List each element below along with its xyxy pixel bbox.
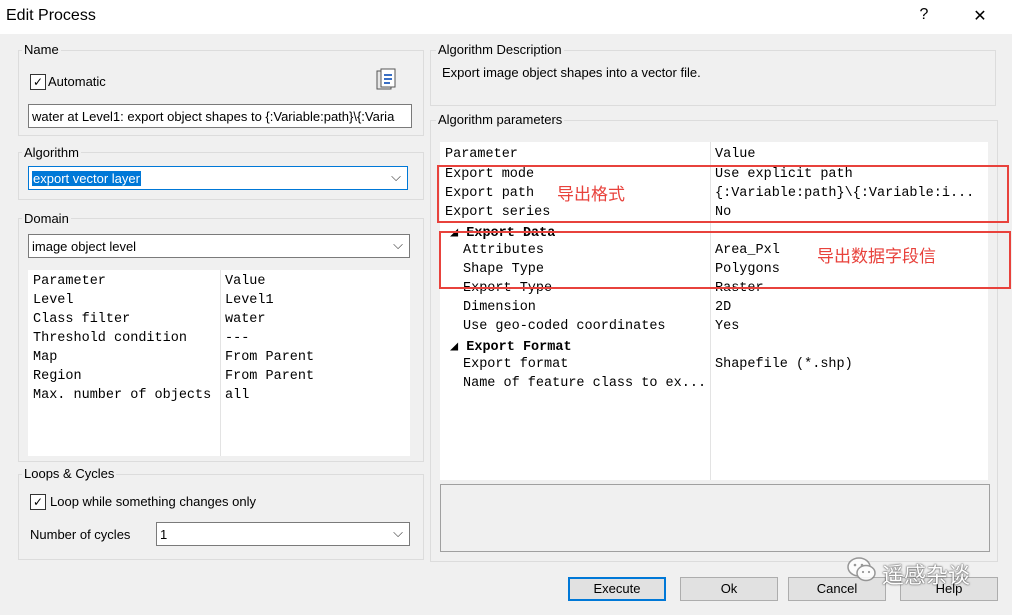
automatic-label: Automatic [48,74,106,89]
algorithm-description-text: Export image object shapes into a vector… [442,65,701,80]
parameters-group-label: Algorithm parameters [436,112,565,127]
domain-param-value[interactable]: Level1 [225,293,274,308]
domain-param-name: Region [33,369,82,384]
parameter-help-box [440,484,990,552]
column-header-value: Value [715,147,756,162]
domain-param-name: Class filter [33,312,131,327]
param-name: Name of feature class to ex... [463,376,707,391]
watermark-text: 遥感杂谈 [882,563,971,588]
column-header-value: Value [225,274,266,289]
execute-button[interactable]: Execute [568,577,666,601]
close-icon[interactable]: ✕ [968,6,992,26]
copy-to-clipboard-icon[interactable] [376,68,396,92]
domain-param-name: Max. number of objects [33,388,212,403]
param-name: Use geo-coded coordinates [463,319,666,334]
chevron-down-icon: ⌵ [391,169,401,184]
section-header-export-format[interactable]: ◢ Export Format [450,338,572,355]
window-title: Edit Process [6,7,96,24]
automatic-checkbox[interactable]: ✓ [30,74,46,90]
annotation-export-fields: 导出数据字段信 [817,247,936,266]
loops-group-label: Loops & Cycles [22,466,117,481]
domain-group-label: Domain [22,211,71,226]
domain-param-value[interactable]: all [225,388,249,403]
domain-select[interactable]: image object level ⌵ [28,234,410,258]
ok-button[interactable]: Ok [680,577,778,601]
cycles-select[interactable]: 1 ⌵ [156,522,410,546]
description-group-label: Algorithm Description [436,42,564,57]
domain-selected-value: image object level [32,239,137,254]
cycles-label: Number of cycles [30,527,131,542]
param-value[interactable]: 2D [715,300,731,315]
name-group-label: Name [22,42,61,57]
loop-label: Loop while something changes only [50,494,256,509]
title-bar: Edit Process ? ✕ [0,0,1012,34]
column-header-parameter: Parameter [445,147,518,162]
domain-param-value[interactable]: From Parent [225,350,314,365]
algorithm-group-label: Algorithm [22,145,81,160]
domain-param-name: Threshold condition [33,331,187,346]
cycles-value: 1 [160,527,168,542]
domain-param-value[interactable]: From Parent [225,369,314,384]
chevron-down-icon: ⌵ [393,525,403,540]
algorithm-selected-value: export vector layer [32,171,141,186]
highlight-box-export-mode [437,165,1009,223]
algorithm-select[interactable]: export vector layer ⌵ [28,166,408,190]
wechat-logo-icon [846,554,878,586]
domain-param-value[interactable]: --- [225,331,249,346]
collapse-triangle-icon: ◢ [450,340,459,355]
param-value[interactable]: Shapefile (*.shp) [715,357,853,372]
loops-group [18,474,424,560]
domain-parameter-grid[interactable]: Parameter Value Level Level1 Class filte… [28,270,410,456]
domain-param-name: Level [33,293,74,308]
chevron-down-icon: ⌵ [393,237,403,252]
annotation-export-format: 导出格式 [557,185,625,204]
domain-param-value[interactable]: water [225,312,266,327]
help-icon[interactable]: ? [912,6,936,24]
process-name-field[interactable]: water at Level1: export object shapes to… [28,104,412,128]
param-value[interactable]: Yes [715,319,739,334]
domain-param-name: Map [33,350,58,365]
loop-checkbox[interactable]: ✓ [30,494,46,510]
param-name: Export format [463,357,569,372]
param-name: Dimension [463,300,536,315]
column-header-parameter: Parameter [33,274,106,289]
